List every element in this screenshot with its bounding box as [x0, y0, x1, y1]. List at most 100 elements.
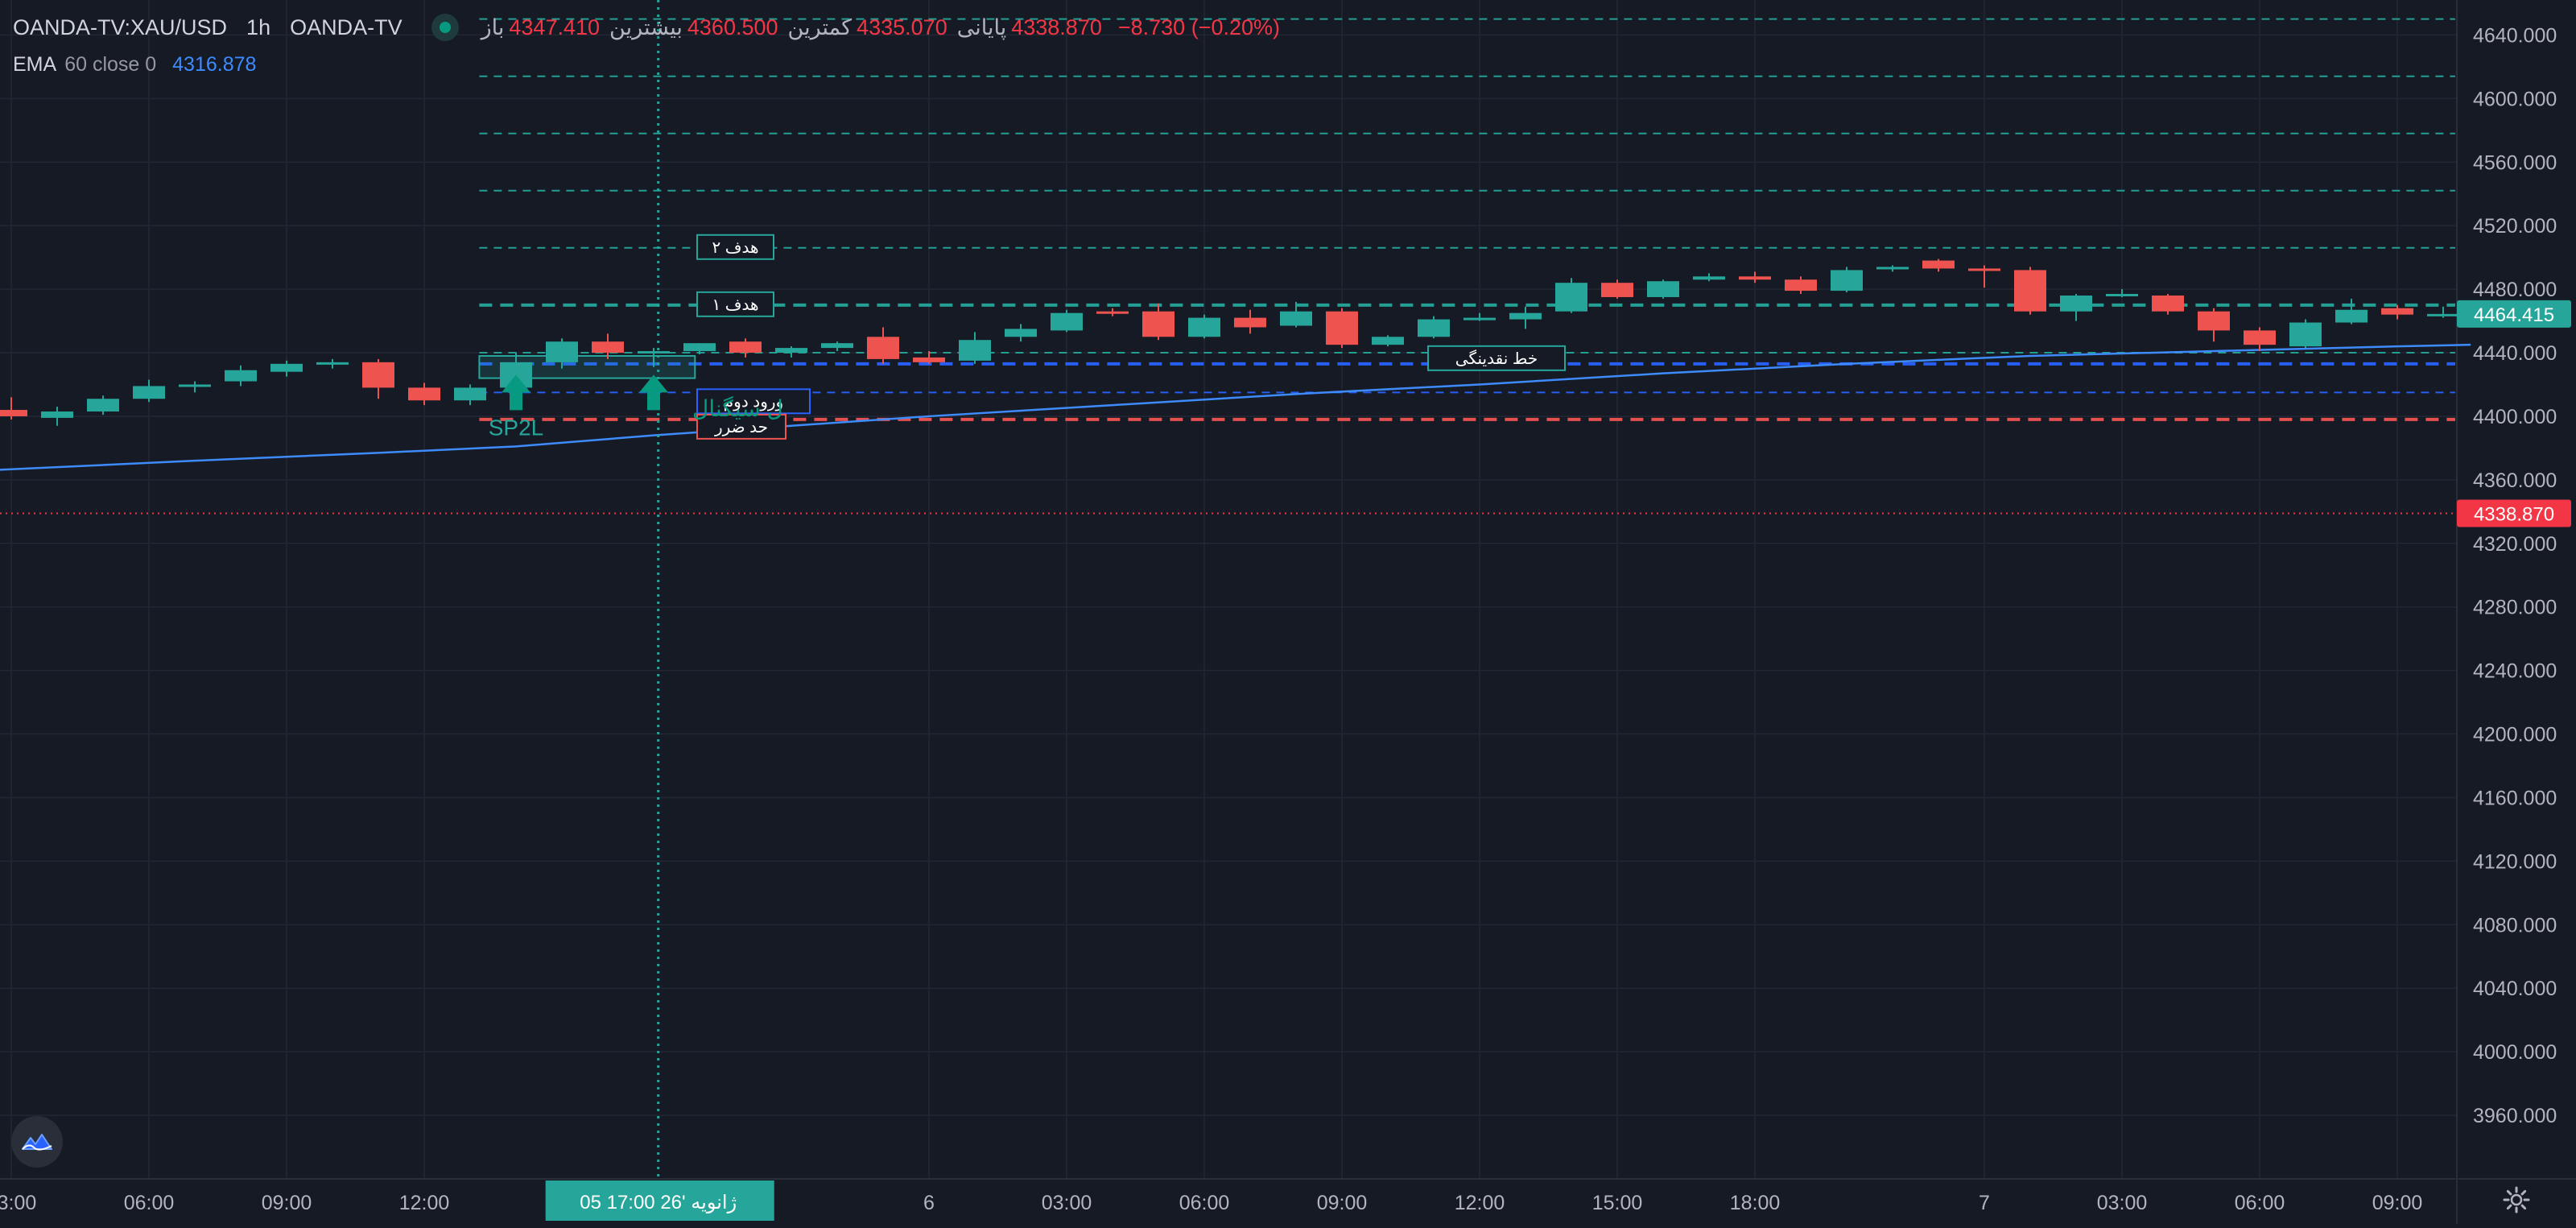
ema-params: 60 close 0	[64, 52, 157, 76]
crosshair-time-badge: 05 ژانویه '26 17:00	[545, 1180, 774, 1221]
time-tick-label: 06:00	[124, 1192, 175, 1214]
price-tick-label: 4360.000	[2473, 469, 2557, 492]
candle-body	[1509, 312, 1542, 320]
candle-body	[1968, 268, 2000, 271]
candle	[1142, 303, 1174, 341]
candle	[1831, 267, 1863, 293]
gear-icon[interactable]	[2500, 1184, 2533, 1216]
price-tick-label: 4480.000	[2473, 279, 2557, 301]
data-source[interactable]: OANDA-TV	[290, 15, 402, 40]
candle-body	[1876, 267, 1909, 270]
candle-body	[2106, 294, 2138, 297]
price-tick-label: 4280.000	[2473, 597, 2557, 619]
candle-body	[2244, 330, 2276, 345]
symbol-name[interactable]: OANDA-TV:XAU/USD	[13, 15, 227, 40]
candle-body	[729, 341, 762, 354]
time-tick-label: 03:00	[2097, 1192, 2148, 1214]
candle	[2381, 304, 2413, 320]
price-tick-label: 4200.000	[2473, 724, 2557, 746]
price-tick-label: 4240.000	[2473, 660, 2557, 683]
candle-body	[2335, 309, 2368, 323]
candle	[1326, 308, 1358, 349]
candle-body	[454, 387, 486, 401]
candle-body	[1922, 260, 1955, 269]
target-1-tag-label: هدف ۱	[712, 296, 758, 314]
candle-body	[959, 340, 991, 361]
candle	[2289, 319, 2322, 349]
candle	[2198, 308, 2230, 342]
time-tick-label: 18:00	[1730, 1192, 1781, 1214]
candle-body	[821, 343, 853, 349]
candle	[2106, 289, 2138, 297]
timeframe[interactable]: 1h	[246, 15, 270, 40]
last-close-badge-label: 4338.870	[2474, 504, 2554, 526]
price-tick-label: 4640.000	[2473, 24, 2557, 47]
price-tick-label: 4560.000	[2473, 151, 2557, 174]
candle	[775, 346, 807, 358]
close-label: پایانی	[956, 14, 1007, 39]
price-tick-label: 4440.000	[2473, 342, 2557, 365]
time-tick-label: 12:00	[399, 1192, 450, 1214]
candle	[1372, 335, 1404, 347]
candle-body	[362, 362, 394, 388]
price-tick-label: 4040.000	[2473, 978, 2557, 1000]
time-tick-label: 09:00	[262, 1192, 312, 1214]
price-chart[interactable]: هدف ۲هدف ۱خط نقدینگیورود دومحد ضررل سیگن…	[0, 0, 2576, 1224]
open-label: باز	[481, 14, 505, 39]
candle	[408, 382, 440, 406]
close-value: 4338.870	[1011, 14, 1102, 39]
time-tick-label: 6	[923, 1192, 935, 1214]
candle	[316, 358, 349, 369]
candle-body	[316, 362, 349, 365]
market-status-icon[interactable]	[431, 14, 459, 41]
ema-value: 4316.878	[172, 52, 257, 76]
candle-body	[683, 343, 716, 352]
candle	[2152, 294, 2184, 315]
price-tick-label: 3960.000	[2473, 1105, 2557, 1127]
candle	[2335, 298, 2368, 325]
ema-name[interactable]: EMA	[13, 53, 56, 76]
candle-body	[225, 370, 257, 382]
time-tick-label: 03:00	[1042, 1192, 1092, 1214]
current-price-badge-label: 4464.415	[2474, 304, 2554, 326]
candle-body	[2060, 295, 2092, 312]
candle	[2244, 327, 2276, 352]
candle	[362, 358, 394, 399]
candle-body	[1418, 319, 1450, 337]
candle-body	[546, 341, 578, 362]
candle-body	[1693, 276, 1725, 280]
time-tick-label: 06:00	[1179, 1192, 1230, 1214]
target-2-tag-label: هدف ۲	[712, 239, 758, 257]
tradingview-logo-icon[interactable]	[11, 1116, 63, 1168]
candle	[1922, 258, 1955, 272]
liquidity-tag-label: خط نقدینگی	[1455, 349, 1538, 368]
candle-body	[1739, 276, 1771, 280]
price-tick-label: 4120.000	[2473, 850, 2557, 873]
candle	[1601, 279, 1633, 299]
candle-body	[1142, 311, 1174, 337]
change-value: −8.730 (−0.20%)	[1117, 14, 1281, 39]
time-tick-label: 7	[1979, 1192, 1990, 1214]
candle	[1463, 312, 1496, 321]
candles	[0, 258, 2459, 426]
candle	[454, 384, 486, 406]
candle	[1693, 273, 1725, 282]
price-tick-label: 4520.000	[2473, 215, 2557, 238]
candle-body	[87, 399, 119, 412]
liquidity-tag: خط نقدینگی	[1427, 345, 1566, 371]
candle-body	[1234, 317, 1266, 328]
candle-body	[1831, 270, 1863, 291]
signal-tag: SP2L	[489, 416, 544, 440]
candle-body	[1051, 312, 1083, 331]
crosshair-time-label: 05 ژانویه '26 17:00	[580, 1192, 737, 1214]
candle	[1876, 265, 1909, 272]
candle	[270, 360, 303, 377]
candle-body	[41, 411, 73, 418]
candle-body	[2198, 311, 2230, 331]
stop-loss-tag-label: حد ضرر	[714, 419, 768, 436]
candle-body	[2289, 322, 2322, 347]
candle	[87, 395, 119, 415]
price-tick-label: 4000.000	[2473, 1041, 2557, 1064]
chart-area[interactable]: هدف ۲ هدف ۱ خط نقدینگی ورود دوم حد ضرر ل سیگن…	[0, 0, 2576, 1224]
ema-legend[interactable]: EMA 60 close 0 4316.878	[13, 50, 256, 79]
